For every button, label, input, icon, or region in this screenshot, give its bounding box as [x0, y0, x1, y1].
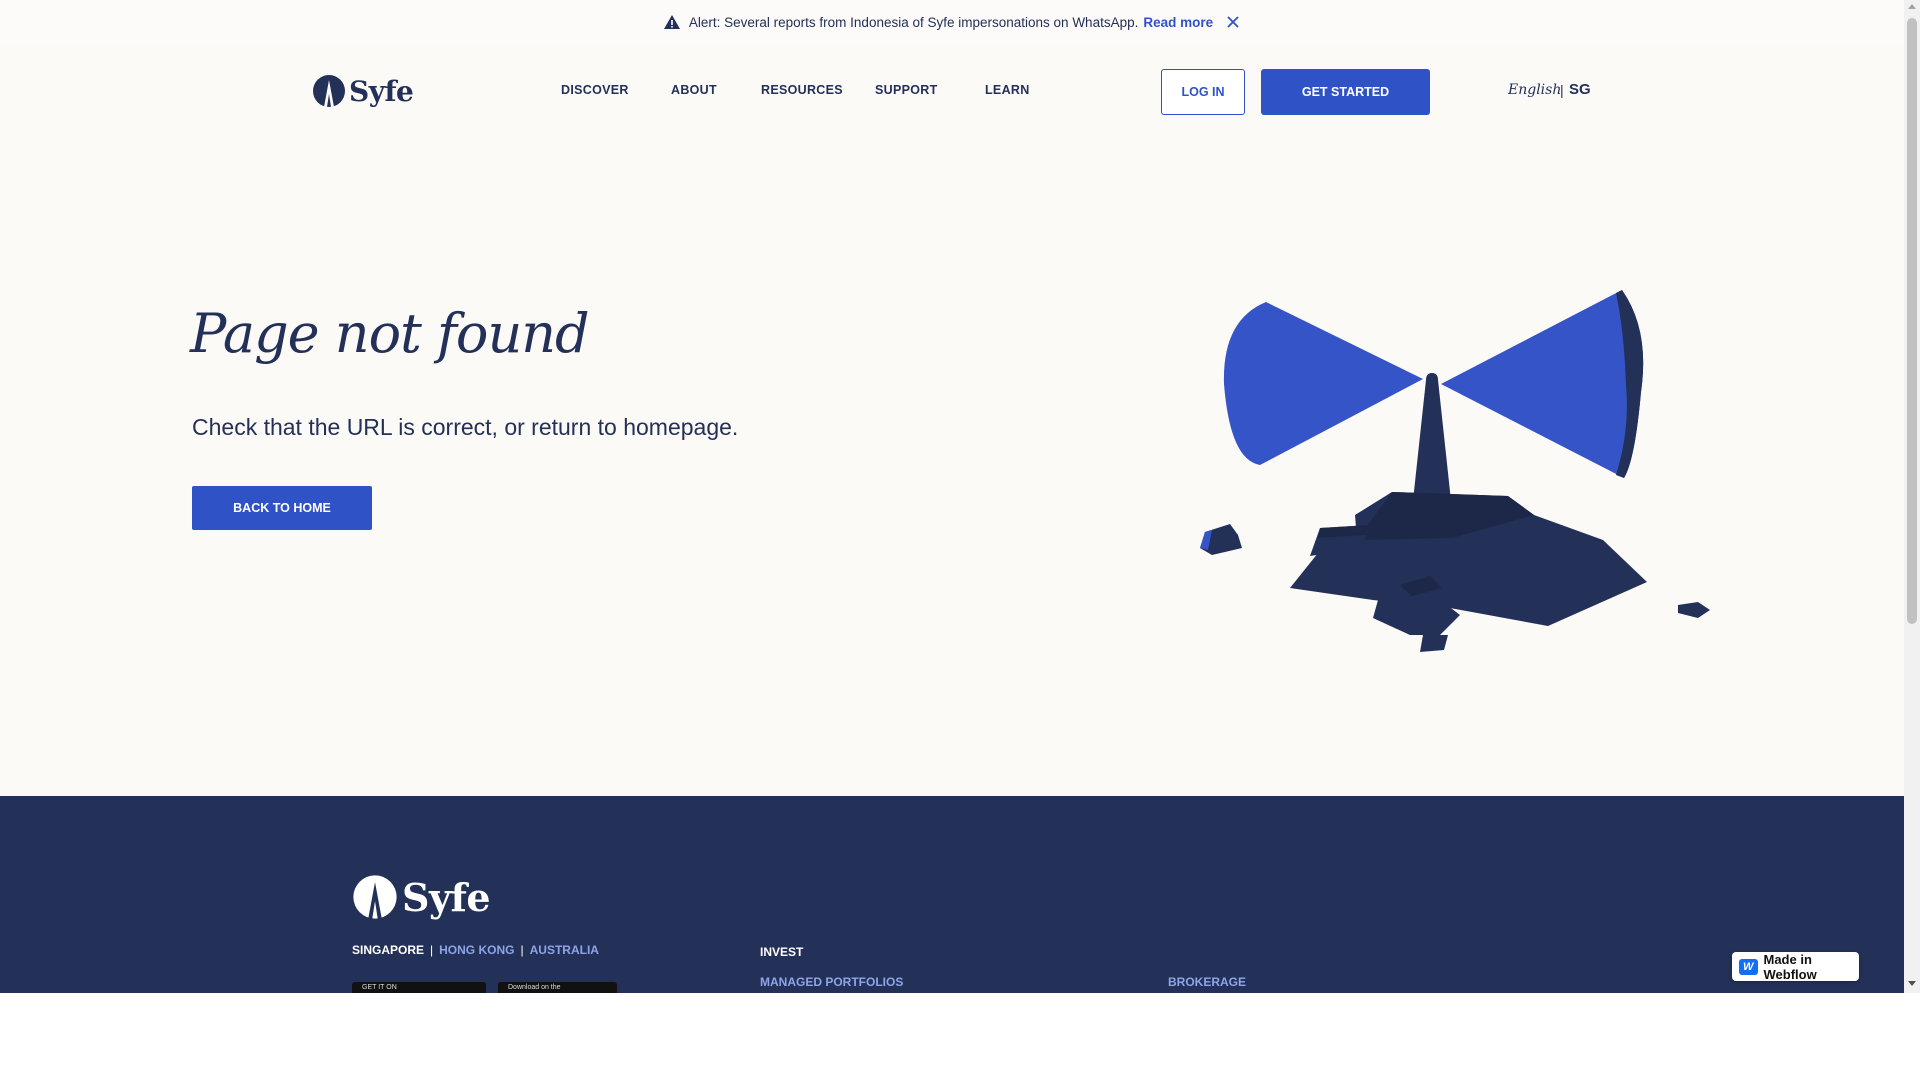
footer-link-brokerage[interactable]: BROKERAGE — [1168, 975, 1246, 989]
footer-invest-heading: INVEST — [760, 945, 804, 959]
region-selector[interactable]: SG — [1569, 81, 1591, 98]
google-play-label: GET IT ON — [362, 984, 397, 991]
scrollbar-thumb[interactable] — [1907, 18, 1917, 624]
scroll-up-arrow-icon[interactable] — [1908, 4, 1916, 9]
syfe-logo[interactable]: Syfe — [312, 74, 414, 108]
footer-syfe-logo[interactable]: Syfe — [352, 874, 491, 920]
footer-link-managed-portfolios[interactable]: MANAGED PORTFOLIOS — [760, 975, 903, 989]
language-separator: | — [1560, 82, 1564, 98]
alert-bar: Alert: Several reports from Indonesia of… — [0, 0, 1904, 44]
nav-discover[interactable]: DISCOVER — [561, 83, 629, 97]
region-separator: | — [430, 943, 434, 957]
region-australia[interactable]: AUSTRALIA — [530, 943, 599, 957]
nav-resources[interactable]: RESOURCES — [761, 83, 843, 97]
nav-support[interactable]: SUPPORT — [875, 83, 938, 97]
page-subtitle: Check that the URL is correct, or return… — [192, 414, 739, 440]
site-footer: Syfe SINGAPORE | HONG KONG | AUSTRALIA G… — [0, 796, 1904, 993]
vertical-scrollbar[interactable] — [1904, 0, 1920, 993]
alert-read-more-link[interactable]: Read more — [1143, 15, 1213, 30]
back-to-home-button[interactable]: BACK TO HOME — [192, 486, 372, 530]
app-store-badge[interactable]: Download on the — [498, 982, 617, 993]
region-singapore[interactable]: SINGAPORE — [352, 943, 424, 957]
site-header: Syfe DISCOVER ABOUT RESOURCES SUPPORT LE… — [0, 44, 1904, 140]
page-title: Page not found — [190, 302, 590, 365]
page: Alert: Several reports from Indonesia of… — [0, 0, 1904, 993]
region-separator: | — [520, 943, 524, 957]
footer-logo-icon — [353, 875, 397, 919]
lighthouse-illustration — [1200, 290, 1710, 652]
scroll-down-arrow-icon[interactable] — [1908, 981, 1916, 986]
login-button[interactable]: LOG IN — [1161, 69, 1245, 115]
footer-logo-wordmark: Syfe — [402, 874, 491, 920]
made-in-webflow-badge[interactable]: W Made in Webflow — [1732, 951, 1859, 982]
footer-region-switcher: SINGAPORE | HONG KONG | AUSTRALIA — [352, 943, 599, 957]
webflow-badge-label: Made in Webflow — [1763, 951, 1817, 982]
region-hong-kong[interactable]: HONG KONG — [439, 943, 514, 957]
syfe-logo-icon — [313, 75, 345, 107]
app-store-label: Download on the — [508, 984, 561, 991]
close-icon[interactable] — [1225, 14, 1241, 30]
nav-about[interactable]: ABOUT — [671, 83, 717, 97]
get-started-button[interactable]: GET STARTED — [1261, 69, 1430, 115]
logo-wordmark: Syfe — [349, 74, 414, 108]
nav-learn[interactable]: LEARN — [985, 83, 1030, 97]
webflow-logo-icon: W — [1739, 958, 1758, 975]
language-selector[interactable]: English — [1508, 82, 1561, 98]
alert-text: Alert: Several reports from Indonesia of… — [688, 14, 1139, 30]
google-play-badge[interactable]: GET IT ON — [352, 982, 486, 993]
warning-icon — [663, 13, 681, 31]
